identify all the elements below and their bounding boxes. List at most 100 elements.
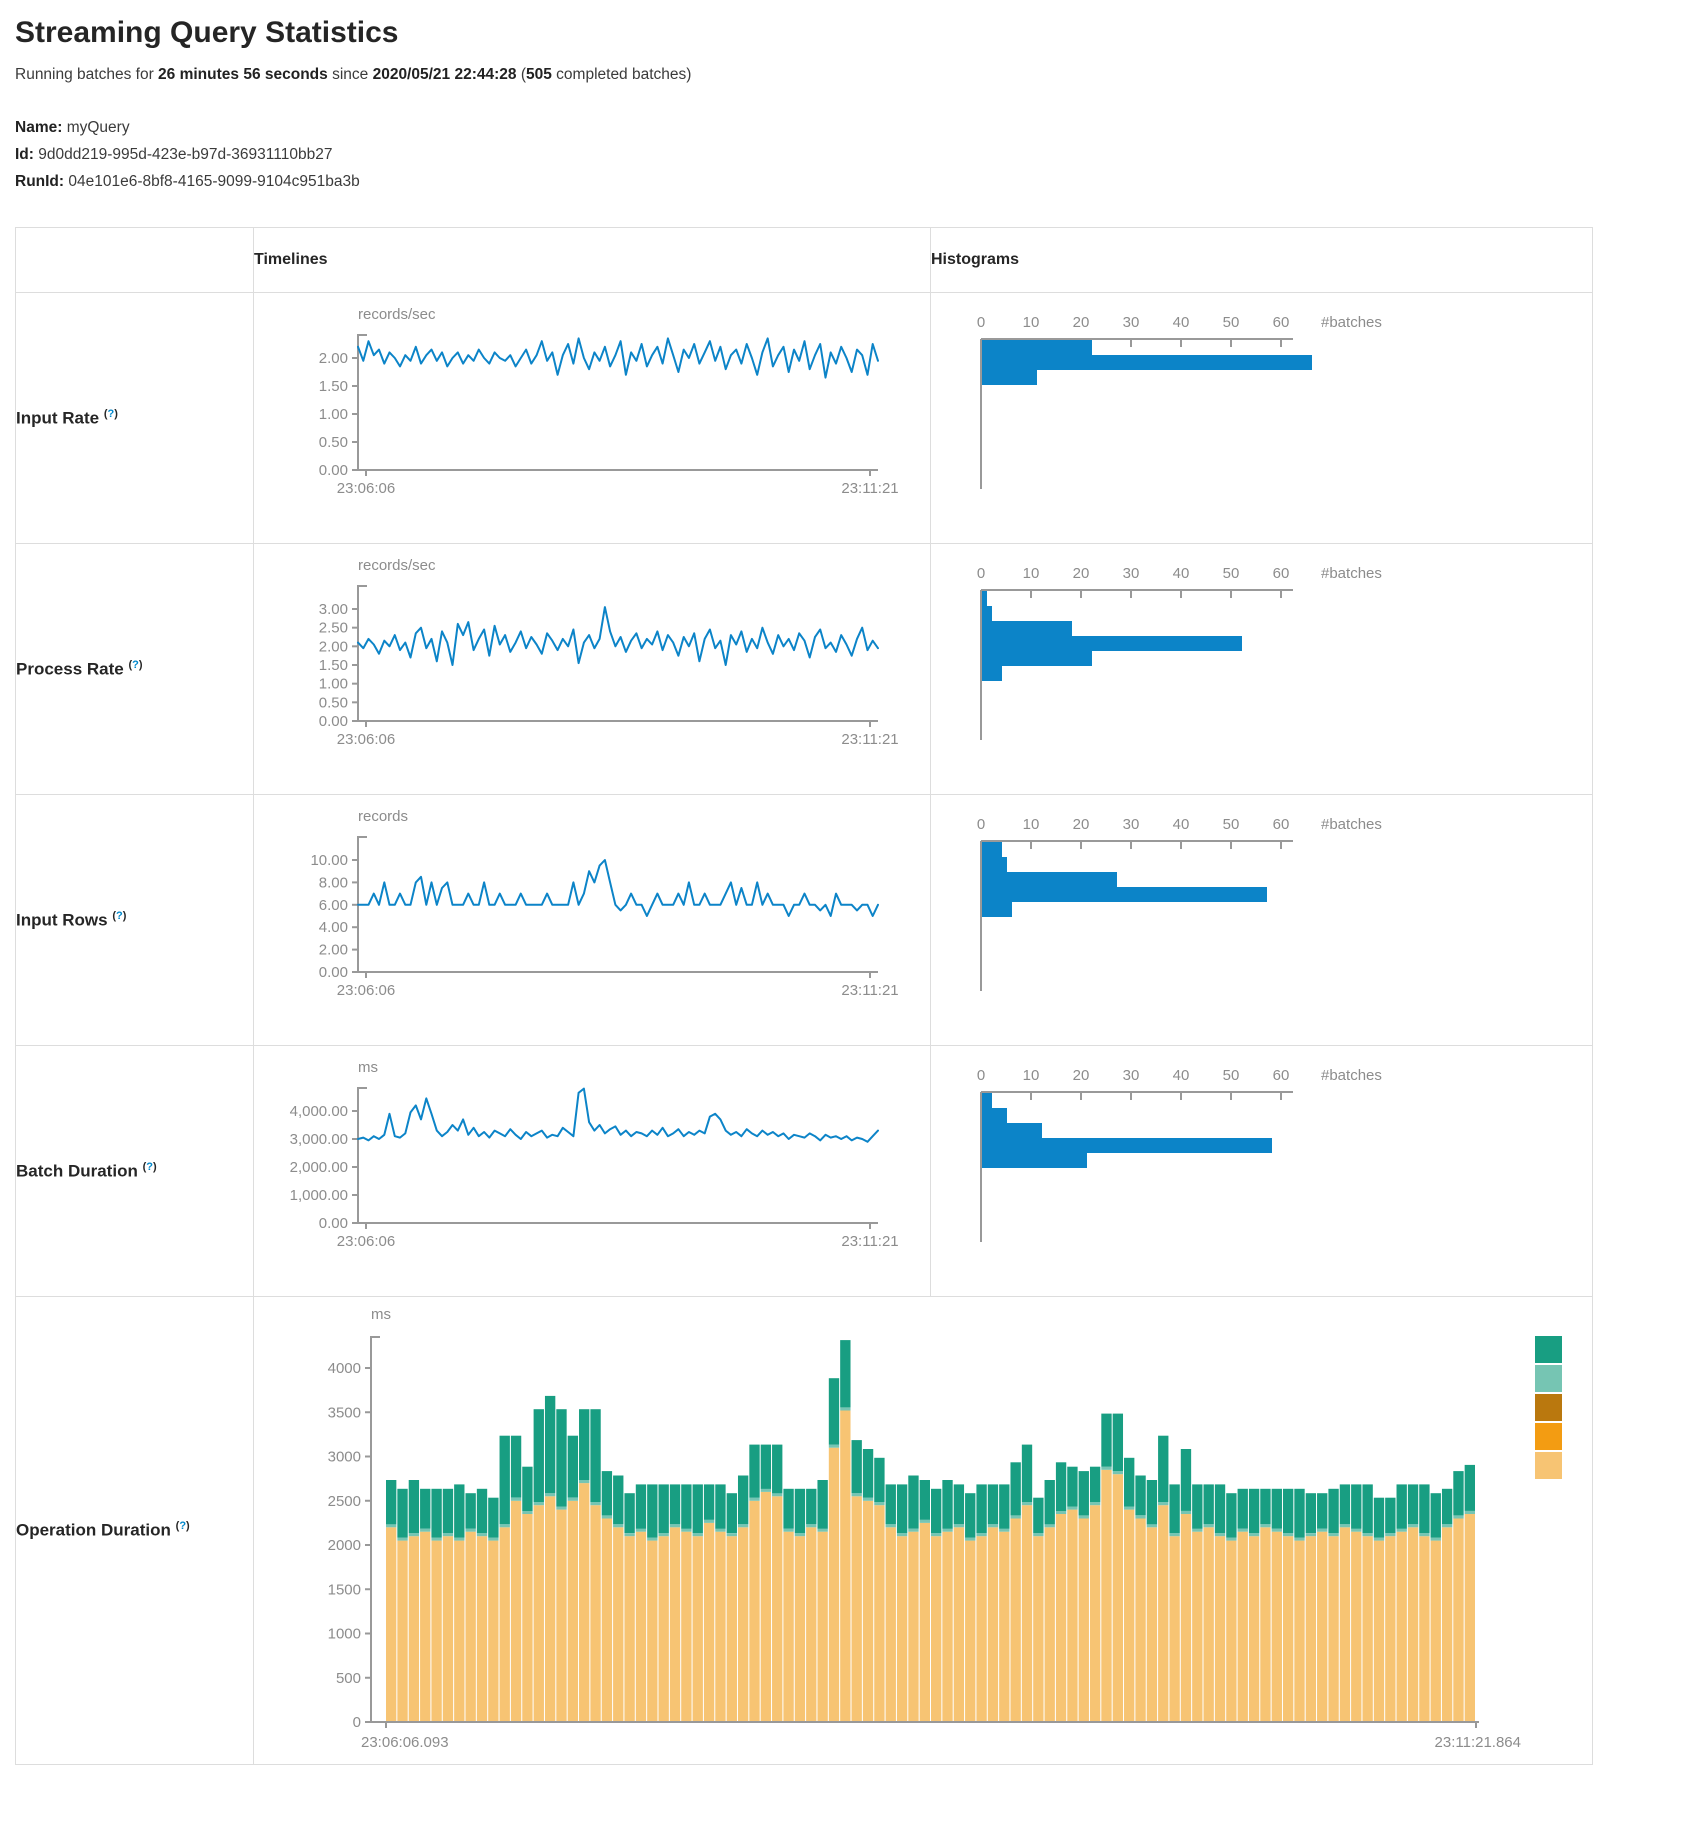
histogram-svg: 0102030405060#batches [931, 293, 1591, 533]
svg-text:0.00: 0.00 [319, 462, 348, 479]
svg-text:1000: 1000 [328, 1626, 361, 1643]
svg-text:50: 50 [1223, 816, 1240, 833]
input-rows-help-icon[interactable]: (?) [112, 910, 126, 922]
svg-text:ms: ms [371, 1306, 391, 1323]
svg-text:2.50: 2.50 [319, 620, 348, 637]
operation-duration-help-icon[interactable]: (?) [176, 1520, 190, 1532]
query-id-value: 9d0dd219-995d-423e-b97d-36931110bb27 [38, 146, 332, 163]
input-rows-timeline-cell: records10.008.006.004.002.000.0023:06:06… [254, 795, 931, 1046]
svg-text:#batches: #batches [1321, 1067, 1382, 1084]
summary-start-time: 2020/05/21 22:44:28 [373, 66, 517, 83]
process-rate-row: Process Rate (?) records/sec3.002.502.00… [16, 544, 1593, 795]
svg-text:ms: ms [358, 1059, 378, 1076]
svg-text:1,000.00: 1,000.00 [290, 1187, 348, 1204]
header-timelines: Timelines [254, 228, 931, 293]
query-runid-value: 04e101e6-8bf8-4165-9099-9104c951ba3b [68, 173, 359, 190]
operation-duration-row: Operation Duration (?) ms400035003000250… [16, 1297, 1593, 1765]
batch-duration-timeline-cell: ms4,000.003,000.002,000.001,000.000.0023… [254, 1046, 931, 1297]
stacked-svg: ms4000350030002500200015001000500023:06:… [254, 1297, 1592, 1763]
batch-duration-help-icon[interactable]: (?) [143, 1161, 157, 1173]
query-runid-line: RunId: 04e101e6-8bf8-4165-9099-9104c951b… [15, 168, 1693, 195]
svg-text:20: 20 [1073, 1067, 1090, 1084]
svg-text:60: 60 [1273, 816, 1290, 833]
svg-text:23:06:06.093: 23:06:06.093 [361, 1734, 449, 1751]
svg-text:60: 60 [1273, 314, 1290, 331]
timeline-svg: ms4,000.003,000.002,000.001,000.000.0023… [254, 1046, 930, 1266]
svg-text:50: 50 [1223, 565, 1240, 582]
process-rate-help-icon[interactable]: (?) [128, 659, 142, 671]
legend-swatch [1535, 1394, 1562, 1421]
summary-open-paren: ( [517, 66, 526, 83]
legend-swatch [1535, 1423, 1562, 1450]
input-rate-label: Input Rate [16, 408, 99, 427]
svg-text:2.00: 2.00 [319, 638, 348, 655]
svg-text:20: 20 [1073, 314, 1090, 331]
svg-text:10.00: 10.00 [310, 852, 348, 869]
svg-text:2000: 2000 [328, 1537, 361, 1554]
svg-text:50: 50 [1223, 314, 1240, 331]
input-rate-histogram-chart: 0102030405060#batches [931, 293, 1592, 533]
svg-text:3000: 3000 [328, 1449, 361, 1466]
input-rate-help-icon[interactable]: (?) [104, 408, 118, 420]
histogram-svg: 0102030405060#batches [931, 795, 1591, 1035]
svg-text:1.50: 1.50 [319, 378, 348, 395]
svg-text:0: 0 [977, 1067, 985, 1084]
svg-text:10: 10 [1023, 565, 1040, 582]
batch-duration-label: Batch Duration [16, 1161, 138, 1180]
svg-text:2500: 2500 [328, 1493, 361, 1510]
svg-text:4.00: 4.00 [319, 919, 348, 936]
svg-text:23:06:06: 23:06:06 [337, 480, 395, 497]
running-batches-summary: Running batches for 26 minutes 56 second… [15, 66, 1693, 84]
svg-text:23:06:06: 23:06:06 [337, 1233, 395, 1250]
input-rows-row: Input Rows (?) records10.008.006.004.002… [16, 795, 1593, 1046]
timeline-svg: records/sec3.002.502.001.501.000.500.002… [254, 544, 930, 764]
query-name-label: Name: [15, 119, 62, 136]
svg-text:0.00: 0.00 [319, 964, 348, 981]
header-empty-cell [16, 228, 254, 293]
svg-text:records: records [358, 808, 408, 825]
svg-text:10: 10 [1023, 314, 1040, 331]
svg-text:3,000.00: 3,000.00 [290, 1131, 348, 1148]
svg-text:30: 30 [1123, 816, 1140, 833]
svg-text:10: 10 [1023, 1067, 1040, 1084]
svg-text:500: 500 [336, 1670, 361, 1687]
svg-text:3500: 3500 [328, 1404, 361, 1421]
svg-text:40: 40 [1173, 816, 1190, 833]
svg-text:23:11:21.864: 23:11:21.864 [1435, 1734, 1521, 1751]
batch-duration-histogram-chart: 0102030405060#batches [931, 1046, 1592, 1286]
svg-text:30: 30 [1123, 314, 1140, 331]
svg-text:1.00: 1.00 [319, 676, 348, 693]
query-info-block: Name: myQuery Id: 9d0dd219-995d-423e-b97… [15, 114, 1693, 195]
svg-text:20: 20 [1073, 816, 1090, 833]
svg-text:30: 30 [1123, 565, 1140, 582]
svg-text:6.00: 6.00 [319, 897, 348, 914]
svg-text:20: 20 [1073, 565, 1090, 582]
summary-prefix: Running batches for [15, 66, 158, 83]
table-header-row: Timelines Histograms [16, 228, 1593, 293]
svg-text:0: 0 [977, 565, 985, 582]
svg-text:0.50: 0.50 [319, 694, 348, 711]
batch-duration-histogram-cell: 0102030405060#batches [931, 1046, 1593, 1297]
svg-text:4,000.00: 4,000.00 [290, 1103, 348, 1120]
svg-text:#batches: #batches [1321, 565, 1382, 582]
svg-text:40: 40 [1173, 565, 1190, 582]
batch-duration-timeline-chart: ms4,000.003,000.002,000.001,000.000.0023… [254, 1046, 930, 1266]
operation-duration-stacked-chart: ms4000350030002500200015001000500023:06:… [254, 1297, 1592, 1763]
svg-text:#batches: #batches [1321, 314, 1382, 331]
svg-text:23:11:21: 23:11:21 [841, 1233, 898, 1250]
svg-text:1.00: 1.00 [319, 406, 348, 423]
summary-mid: since [328, 66, 373, 83]
svg-text:60: 60 [1273, 1067, 1290, 1084]
process-rate-histogram-chart: 0102030405060#batches [931, 544, 1592, 784]
svg-text:30: 30 [1123, 1067, 1140, 1084]
svg-text:0.00: 0.00 [319, 713, 348, 730]
process-rate-timeline-cell: records/sec3.002.502.001.501.000.500.002… [254, 544, 931, 795]
svg-text:0: 0 [977, 314, 985, 331]
operation-duration-label: Operation Duration [16, 1521, 171, 1540]
summary-suffix: completed batches) [552, 66, 692, 83]
statistics-table: Timelines Histograms Input Rate (?) reco… [15, 227, 1593, 1765]
legend-swatch [1535, 1336, 1562, 1363]
svg-text:23:06:06: 23:06:06 [337, 982, 395, 999]
histogram-svg: 0102030405060#batches [931, 1046, 1591, 1286]
input-rate-timeline-chart: records/sec2.001.501.000.500.0023:06:062… [254, 293, 930, 513]
